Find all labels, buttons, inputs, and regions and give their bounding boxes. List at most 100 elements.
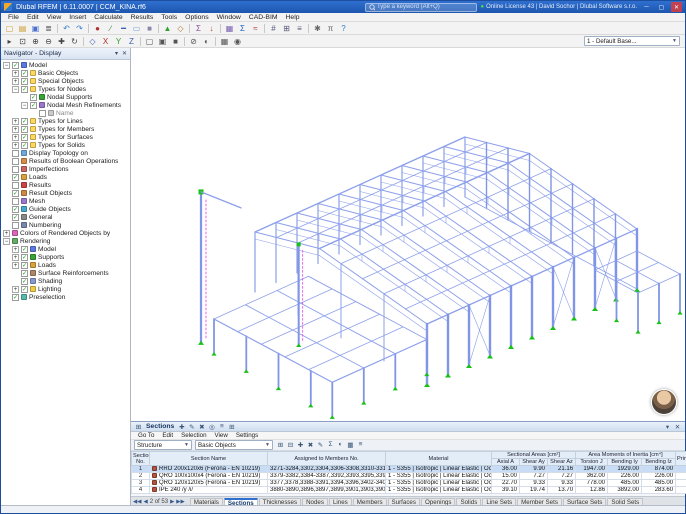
view-z-icon[interactable]: Z <box>125 36 138 47</box>
close-button[interactable]: ✕ <box>671 2 682 12</box>
menu-item-tools[interactable]: Tools <box>157 14 181 21</box>
visibility-checkbox[interactable]: ✓ <box>21 86 28 93</box>
redo-icon[interactable]: ↷ <box>73 23 86 34</box>
zoom-window-icon[interactable]: ⊡ <box>16 36 29 47</box>
wireframe-mode-icon[interactable]: ▢ <box>143 36 156 47</box>
menu-item-go-to[interactable]: Go To <box>134 432 158 439</box>
load-icon[interactable]: ↓ <box>205 23 218 34</box>
visibility-checkbox[interactable]: ✓ <box>21 262 28 269</box>
expander-icon[interactable]: + <box>12 70 19 77</box>
table-view-icon[interactable]: ▦ <box>346 441 355 449</box>
col-header-shear-az[interactable]: Shear Az <box>548 459 576 466</box>
tree-item-imperfections[interactable]: Imperfections <box>1 165 130 173</box>
search-input[interactable] <box>377 4 473 10</box>
printout-report-icon[interactable]: ≡ <box>293 23 306 34</box>
expander-icon[interactable]: + <box>12 118 19 125</box>
expander-icon[interactable]: + <box>12 262 19 269</box>
edit-section-icon[interactable]: ✎ <box>187 423 196 431</box>
col-header-axial-a[interactable]: Axial A <box>492 459 520 466</box>
mesh-icon[interactable]: ▦ <box>223 23 236 34</box>
tree-item-shading[interactable]: ✓Shading <box>1 277 130 285</box>
tree-item-mesh[interactable]: Mesh <box>1 197 130 205</box>
col-header-shear-ay[interactable]: Shear Ay <box>520 459 548 466</box>
menu-item-options[interactable]: Options <box>181 14 212 21</box>
col-header-torsion-j[interactable]: Torsion J <box>576 459 608 466</box>
expand-all-icon[interactable]: ⊞ <box>276 441 285 449</box>
menu-item-help[interactable]: Help <box>282 14 304 21</box>
tree-item-results[interactable]: Results <box>1 181 130 189</box>
expander-icon[interactable]: + <box>12 126 19 133</box>
collapse-all-icon[interactable]: ⊟ <box>286 441 295 449</box>
close-panel-icon[interactable]: ✕ <box>673 423 682 431</box>
tree-item-nodal-supports[interactable]: ✓Nodal Supports <box>1 93 130 101</box>
visibility-checkbox[interactable] <box>12 166 19 173</box>
expander-icon[interactable]: − <box>12 86 19 93</box>
tree-item-numbering[interactable]: Numbering <box>1 221 130 229</box>
pan-icon[interactable]: ✚ <box>55 36 68 47</box>
table-row[interactable]: 1RRO 200x120x6 (Ferona - EN 10219)3271-3… <box>132 466 686 473</box>
solid-mode-icon[interactable]: ■ <box>169 36 182 47</box>
tree-item-results-of-boolean-operations[interactable]: Results of Boolean Operations <box>1 157 130 165</box>
new-section-icon[interactable]: ✚ <box>177 423 186 431</box>
visibility-checkbox[interactable]: ✓ <box>21 286 28 293</box>
expander-icon[interactable]: + <box>12 246 19 253</box>
tree-item-loads[interactable]: +✓Loads <box>1 261 130 269</box>
table-icon[interactable]: ⊞ <box>280 23 293 34</box>
menu-item-file[interactable]: File <box>4 14 23 21</box>
open-file-icon[interactable]: ▤ <box>16 23 29 34</box>
visibility-checkbox[interactable]: ✓ <box>12 190 19 197</box>
save-icon[interactable]: ▣ <box>29 23 42 34</box>
visibility-combo[interactable]: 1 - Default Base...▼ <box>584 36 680 46</box>
pin-icon[interactable]: ▾ <box>115 50 118 57</box>
view-y-icon[interactable]: Y <box>112 36 125 47</box>
search-icon[interactable]: ◎ <box>207 423 216 431</box>
tree-item-name[interactable]: Name <box>1 109 130 117</box>
member-icon[interactable]: ━ <box>117 23 130 34</box>
menu-item-edit[interactable]: Edit <box>23 14 43 21</box>
visibility-checkbox[interactable]: ✓ <box>21 126 28 133</box>
close-navigator-icon[interactable]: ✕ <box>122 50 127 57</box>
tree-item-colors-of-rendered-objects-by[interactable]: +Colors of Rendered Objects by <box>1 229 130 237</box>
model-3d-viewport[interactable] <box>131 48 685 421</box>
visibility-checkbox[interactable] <box>12 222 19 229</box>
dock-panel-icon[interactable]: ▾ <box>663 423 672 431</box>
expander-icon[interactable]: − <box>3 62 10 69</box>
hinge-icon[interactable]: ◇ <box>174 23 187 34</box>
delete-section-icon[interactable]: ✖ <box>197 423 206 431</box>
zoom-in-icon[interactable]: ⊕ <box>29 36 42 47</box>
snap-icon[interactable]: ◉ <box>231 36 244 47</box>
table-group-combo[interactable]: Basic Objects▼ <box>195 440 273 450</box>
new-file-icon[interactable]: ▢ <box>3 23 16 34</box>
tree-item-guide-objects[interactable]: ✓Guide Objects <box>1 205 130 213</box>
keyword-search[interactable] <box>365 3 477 12</box>
expander-icon[interactable]: + <box>12 254 19 261</box>
tree-item-nodal-mesh-refinements[interactable]: −✓Nodal Mesh Refinements <box>1 101 130 109</box>
visibility-checkbox[interactable]: ✓ <box>12 62 19 69</box>
sum-icon[interactable]: Σ <box>326 441 335 449</box>
visibility-checkbox[interactable]: ✓ <box>12 174 19 181</box>
expander-icon[interactable]: − <box>3 238 10 245</box>
add-row-icon[interactable]: ✚ <box>296 441 305 449</box>
tree-item-model[interactable]: −✓Model <box>1 61 130 69</box>
numbering-icon[interactable]: # <box>267 23 280 34</box>
rotate-view-icon[interactable]: ↻ <box>68 36 81 47</box>
visibility-checkbox[interactable]: ✓ <box>21 134 28 141</box>
visibility-checkbox[interactable] <box>39 110 46 117</box>
visibility-checkbox[interactable]: ✓ <box>21 70 28 77</box>
surface-icon[interactable]: ▭ <box>130 23 143 34</box>
expander-icon[interactable]: + <box>12 78 19 85</box>
visibility-checkbox[interactable]: ✓ <box>21 246 28 253</box>
tree-item-special-objects[interactable]: +✓Special Objects <box>1 77 130 85</box>
tree-item-model[interactable]: +✓Model <box>1 245 130 253</box>
grid-icon[interactable]: ▦ <box>218 36 231 47</box>
expander-icon[interactable]: + <box>12 142 19 149</box>
table-row[interactable]: 3QRO 120x120x5 (Ferona - EN 10219)3377,3… <box>132 480 686 487</box>
menu-item-settings[interactable]: Settings <box>232 432 262 439</box>
col-header-principal[interactable]: Princi... <box>676 452 686 466</box>
visibility-checkbox[interactable]: ✓ <box>30 94 37 101</box>
solid-icon[interactable]: ■ <box>143 23 156 34</box>
menu-item-selection[interactable]: Selection <box>177 432 210 439</box>
print-icon[interactable]: ≣ <box>42 23 55 34</box>
export-table-icon[interactable]: ⊞ <box>227 423 236 431</box>
expander-icon[interactable]: − <box>21 102 28 109</box>
